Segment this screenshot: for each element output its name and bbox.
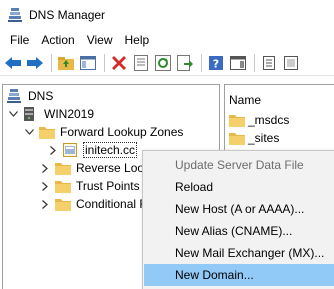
menu-view[interactable]: View [81, 30, 119, 50]
tree-item-dns-root[interactable]: DNS [7, 87, 53, 105]
folder-icon [55, 197, 71, 211]
toolbar-separator [201, 53, 202, 72]
toolbar-separator [51, 53, 52, 72]
list-item-label: _sites [248, 131, 280, 145]
toolbar-separator [254, 53, 255, 72]
server-icon [23, 107, 39, 121]
tree-item-trust-points[interactable]: Trust Points [39, 177, 140, 195]
menu-bar: File Action View Help [0, 30, 334, 50]
tree-item-forward-lookup-zones[interactable]: Forward Lookup Zones [23, 123, 183, 141]
chevron-right-icon[interactable] [47, 144, 59, 156]
tree-item-label: Trust Points [76, 179, 140, 193]
window-title: DNS Manager [29, 8, 106, 22]
properties-button[interactable] [131, 53, 151, 73]
tree-item-conditional-forwarders[interactable]: Conditional F [39, 195, 147, 213]
column-header-name[interactable]: Name [229, 93, 261, 107]
view-list-icon [263, 55, 275, 70]
tree-item-reverse-lookup-zones[interactable]: Reverse Looku [39, 159, 157, 177]
delete-button[interactable] [109, 53, 129, 73]
tree-item-initech-zone[interactable]: initech.cc [47, 141, 138, 159]
chevron-right-icon[interactable] [39, 180, 51, 192]
view-detail-icon [284, 55, 298, 70]
tree-item-label: Conditional F [76, 197, 147, 211]
svg-text:?: ? [213, 57, 219, 70]
menu-item-new-domain[interactable]: New Domain... [144, 264, 334, 286]
folder-icon [55, 161, 71, 175]
show-action-pane-icon [230, 55, 246, 70]
show-hide-tree-button[interactable] [78, 53, 98, 73]
tree-item-server[interactable]: WIN2019 [7, 105, 94, 123]
export-list-icon [177, 54, 193, 71]
delete-icon [112, 55, 126, 70]
up-one-level-button[interactable] [56, 53, 76, 73]
folder-icon [229, 131, 245, 145]
tree-item-label: WIN2019 [44, 107, 95, 121]
forward-button[interactable] [25, 53, 45, 73]
toolbar: ? [0, 50, 334, 76]
title-bar: DNS Manager [0, 0, 334, 30]
view-detail-button[interactable] [281, 53, 301, 73]
show-action-pane-button[interactable] [228, 53, 248, 73]
folder-icon [39, 125, 55, 139]
chevron-down-icon[interactable] [23, 126, 35, 138]
toolbar-separator [104, 53, 105, 72]
tree-item-label: Forward Lookup Zones [60, 125, 184, 139]
zone-icon [63, 143, 79, 157]
up-folder-icon [58, 56, 74, 70]
chevron-down-icon[interactable] [7, 108, 19, 120]
chevron-right-icon[interactable] [39, 198, 51, 210]
dns-root-icon [7, 89, 23, 103]
folder-icon [55, 179, 71, 193]
list-item-label: _msdcs [248, 113, 290, 127]
context-menu: Update Server Data File Reload New Host … [142, 150, 334, 289]
help-button[interactable]: ? [206, 53, 226, 73]
menu-item-new-host[interactable]: New Host (A or AAAA)... [144, 198, 334, 220]
list-item[interactable]: _msdcs [229, 111, 289, 129]
menu-file[interactable]: File [4, 30, 35, 50]
menu-item-reload[interactable]: Reload [144, 176, 334, 198]
dns-manager-app-icon [8, 8, 22, 22]
tree-item-label: DNS [28, 89, 54, 103]
tree-item-label: initech.cc [82, 142, 138, 158]
back-button[interactable] [3, 53, 23, 73]
show-hide-console-tree-icon [80, 55, 96, 70]
refresh-button[interactable] [153, 53, 173, 73]
export-list-button[interactable] [175, 53, 195, 73]
view-list-button[interactable] [259, 53, 279, 73]
menu-item-new-alias[interactable]: New Alias (CNAME)... [144, 220, 334, 242]
menu-item-update-server-data-file: Update Server Data File [175, 158, 304, 172]
menu-help[interactable]: Help [119, 30, 156, 50]
properties-icon [134, 54, 148, 71]
folder-icon [229, 113, 245, 127]
list-item[interactable]: _sites [229, 129, 279, 147]
refresh-icon [155, 54, 171, 71]
chevron-right-icon[interactable] [39, 162, 51, 174]
menu-item-new-mail-exchanger[interactable]: New Mail Exchanger (MX)... [144, 242, 334, 264]
help-icon: ? [209, 55, 223, 70]
back-arrow-icon [5, 56, 21, 69]
menu-action[interactable]: Action [35, 30, 80, 50]
forward-arrow-icon [27, 56, 43, 69]
